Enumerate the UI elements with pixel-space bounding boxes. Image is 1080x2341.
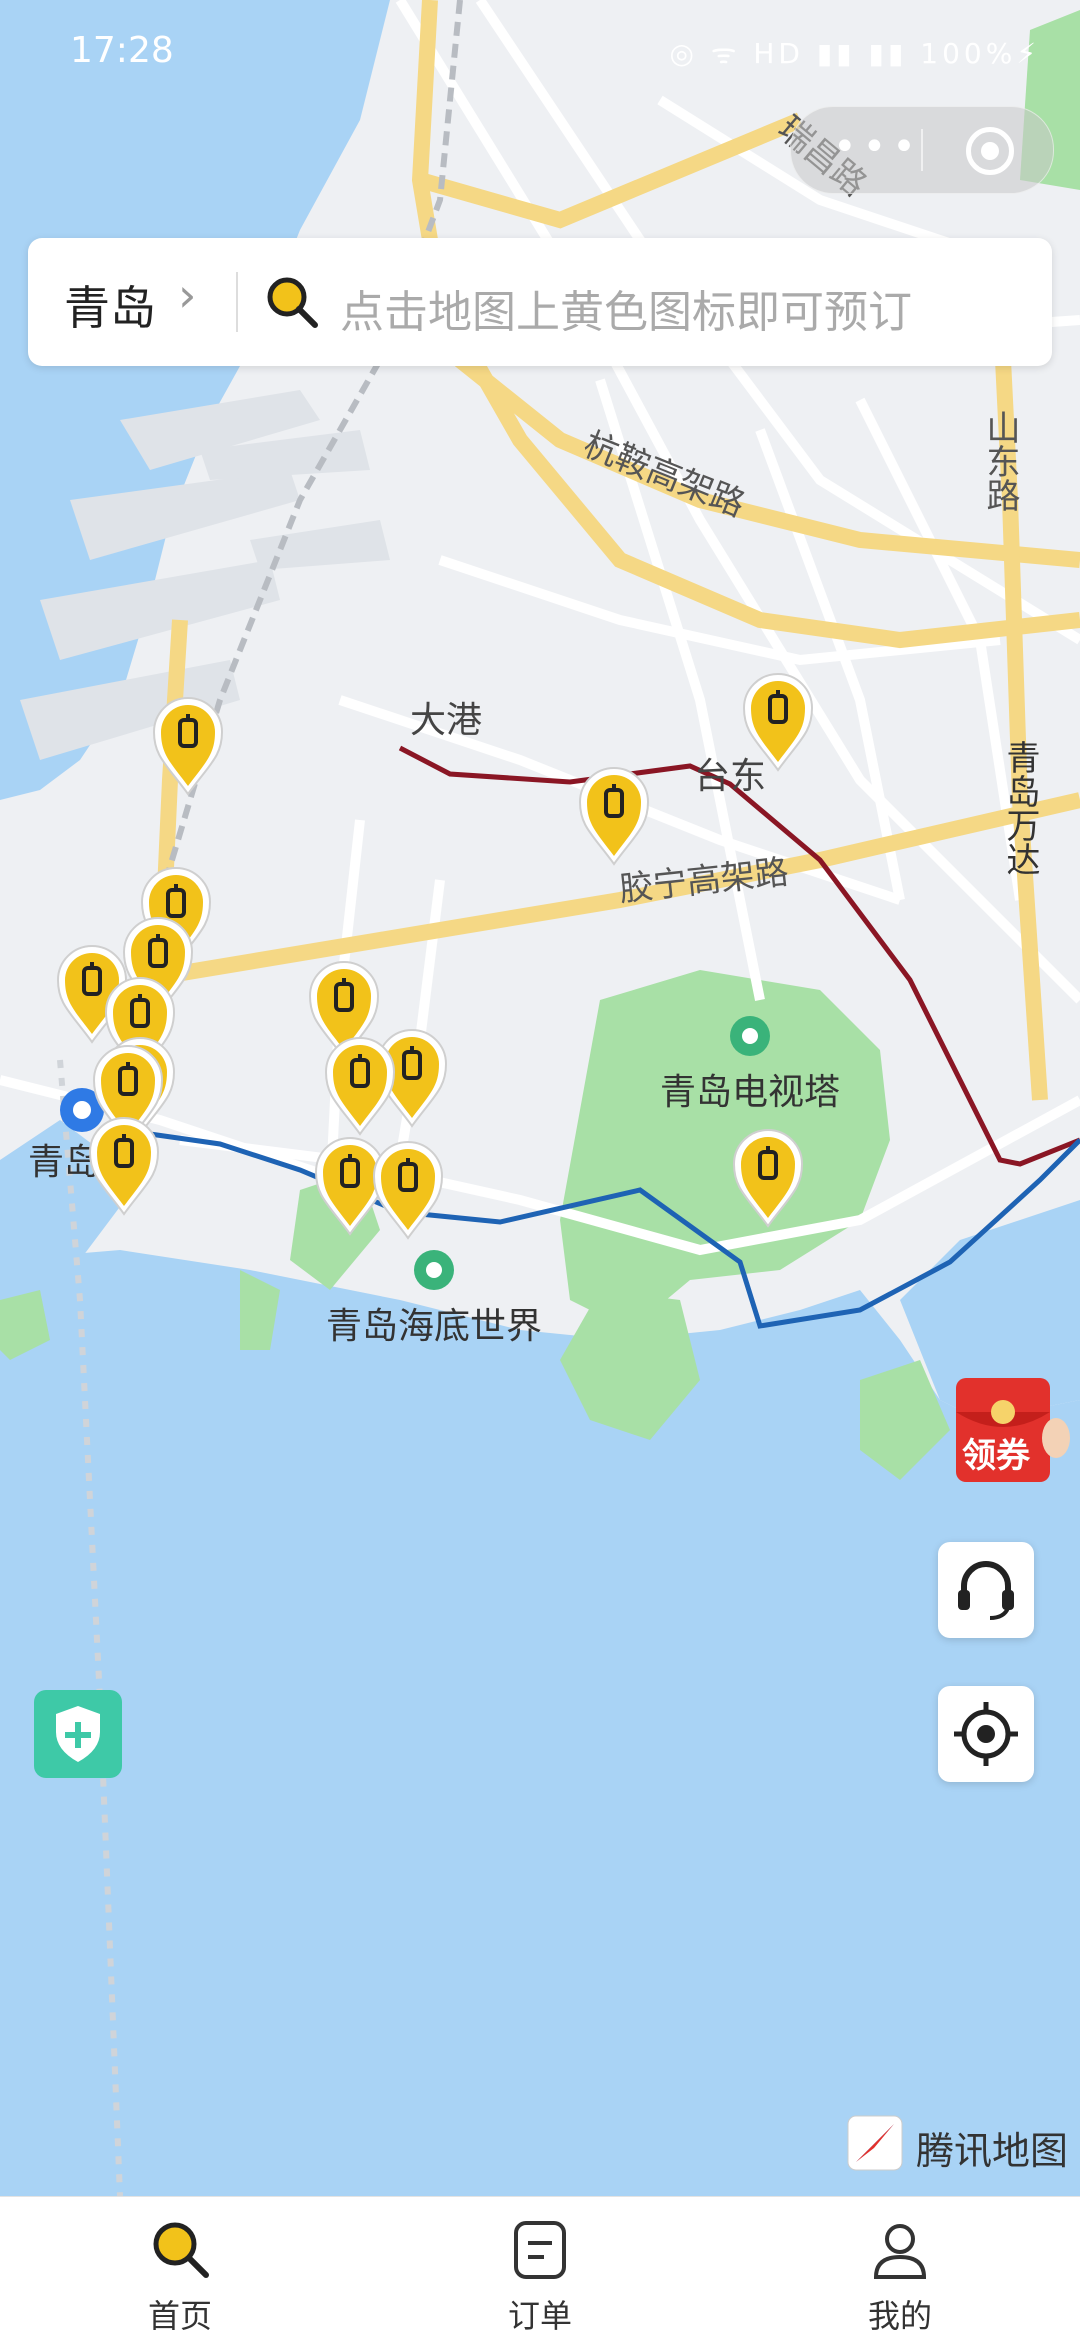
search-divider — [236, 272, 238, 332]
chevron-right-icon[interactable]: › — [178, 268, 196, 322]
safety-button[interactable] — [34, 1690, 122, 1778]
tab-mine[interactable]: 我的 — [720, 2197, 1080, 2341]
miniprogram-capsule: ••• — [790, 106, 1054, 194]
shield-plus-icon — [56, 1706, 100, 1762]
tab-bar: 首页 订单 我的 — [0, 2196, 1080, 2341]
locate-icon — [954, 1702, 1018, 1766]
search-bar: 青岛 › 点击地图上黄色图标即可预订 — [28, 238, 1052, 366]
place-label: 台东 — [694, 756, 766, 797]
tab-label: 首页 — [147, 2297, 212, 2335]
city-selector[interactable]: 青岛 — [64, 272, 156, 338]
user-icon — [873, 2224, 927, 2279]
coupon-button[interactable]: 领券 — [950, 1372, 1070, 1492]
tab-label: 我的 — [867, 2297, 932, 2335]
order-icon — [514, 2221, 566, 2279]
locate-button[interactable] — [938, 1686, 1034, 1782]
tab-orders[interactable]: 订单 — [360, 2197, 720, 2341]
status-time: 17:28 — [70, 30, 174, 71]
search-icon — [153, 2222, 209, 2278]
place-label: 青岛电视塔 — [660, 1072, 840, 1113]
tencent-map-logo-icon — [847, 2115, 903, 2171]
more-icon[interactable]: ••• — [833, 127, 923, 167]
headset-icon — [958, 1561, 1014, 1620]
status-icons: ◎ ᯤ HD ▮▮ ▮▮ 100%⚡ — [669, 37, 1040, 70]
capsule-divider — [921, 129, 923, 171]
status-bar: 17:28 ◎ ᯤ HD ▮▮ ▮▮ 100%⚡ — [0, 0, 1080, 110]
place-label: 青岛万达 — [1000, 740, 1040, 876]
tab-home[interactable]: 首页 — [0, 2197, 360, 2341]
attribution-label: 腾讯地图 — [916, 2129, 1069, 2173]
search-input[interactable]: 点击地图上黄色图标即可预订 — [340, 276, 912, 340]
road-label: 山东路 — [980, 410, 1020, 512]
map-attribution: 腾讯地图 — [846, 2114, 1068, 2174]
aquarium-poi-icon — [414, 1250, 454, 1290]
coupon-label: 领券 — [962, 1436, 1030, 1476]
tv-tower-poi-icon — [730, 1016, 770, 1056]
place-label: 青岛海底世界 — [326, 1306, 542, 1347]
place-label: 大港 — [410, 700, 482, 741]
customer-service-button[interactable] — [938, 1542, 1034, 1638]
tab-label: 订单 — [507, 2297, 572, 2335]
search-icon[interactable] — [264, 274, 320, 330]
close-miniprogram-icon[interactable] — [966, 127, 1014, 175]
